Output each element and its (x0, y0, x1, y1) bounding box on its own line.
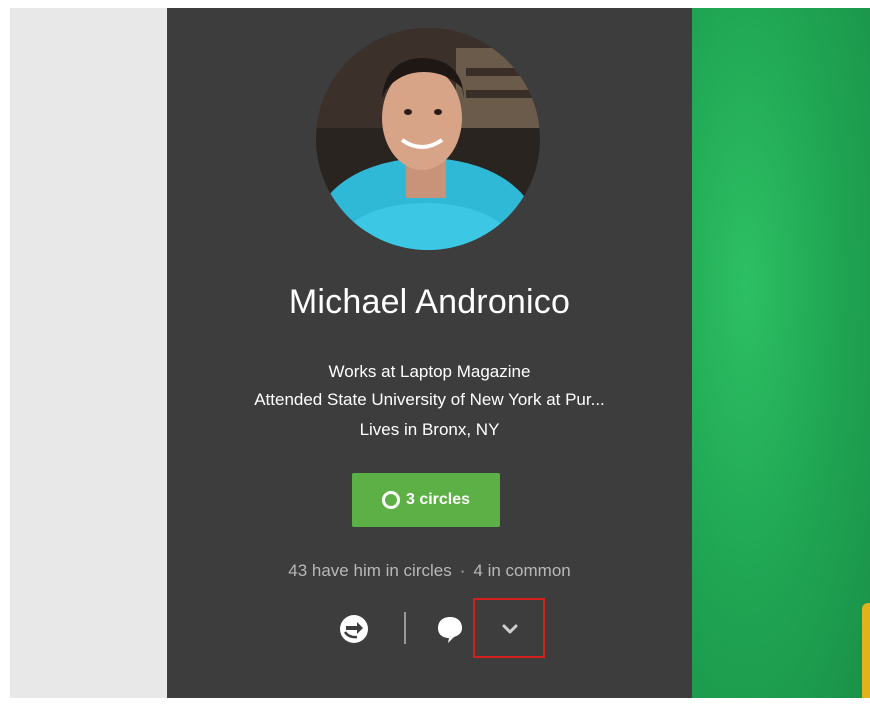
education: Attended State University of New York at… (254, 390, 605, 409)
action-divider (404, 612, 406, 644)
have-him-count[interactable]: 43 have him in circles (288, 561, 451, 580)
in-common-count[interactable]: 4 in common (473, 561, 570, 580)
left-gutter (10, 8, 167, 698)
circles-button-label: 3 circles (405, 491, 471, 508)
cover-photo (692, 8, 870, 698)
lives-in: Lives in Bronx, NY (359, 420, 500, 439)
share-icon (340, 615, 368, 643)
stats-separator: · (459, 561, 466, 580)
chevron-down-icon (502, 624, 518, 634)
circle-icon (381, 491, 400, 509)
works-at: Works at Laptop Magazine (328, 362, 531, 381)
share-button[interactable] (339, 614, 369, 644)
profile-name: Michael Andronico (288, 283, 571, 321)
comment-icon (438, 617, 462, 643)
circle-stats: 43 have him in circles · 4 in common (167, 561, 692, 581)
more-options-button[interactable] (473, 598, 545, 658)
avatar[interactable] (316, 28, 540, 250)
circles-button[interactable]: 3 circles (352, 473, 500, 527)
comment-button[interactable] (436, 614, 464, 644)
action-bar (0, 598, 870, 658)
